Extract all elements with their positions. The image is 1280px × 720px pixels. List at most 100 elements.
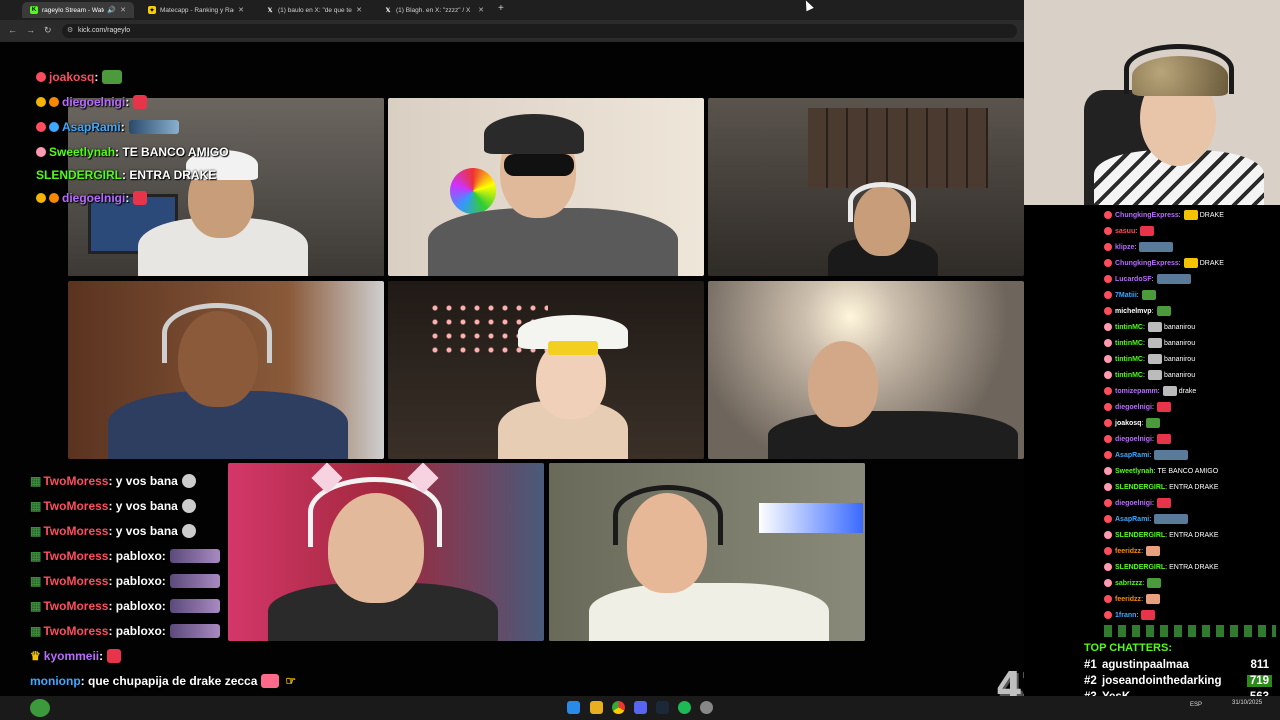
chat-separator: :	[1157, 387, 1160, 395]
chat-text: bananirou	[1163, 371, 1196, 379]
chat-username[interactable]: SLENDERGIRL	[1115, 484, 1165, 491]
chat-message: ChungkingExpress: DRAKE	[1104, 256, 1224, 270]
tab-x-baulo[interactable]: 𝕏 (1) baulo en X: "de que te cag ✕	[258, 2, 370, 18]
hand-emote-icon	[1146, 546, 1161, 556]
heart-emote-icon	[1156, 434, 1171, 444]
badge-icon	[36, 147, 46, 157]
badge-icon	[36, 122, 46, 132]
chat-separator: :	[1143, 323, 1145, 331]
chat-separator: :	[1165, 483, 1168, 491]
tab-matecapp[interactable]: ✦ Matecapp - Ranking y Racha d ✕	[140, 2, 252, 18]
badge-icon	[1104, 323, 1112, 331]
tab-kick-stream[interactable]: K rageylo Stream - Watch Liv 🔊 ✕	[22, 2, 134, 18]
subscriber-icon: ▦	[30, 524, 42, 538]
chrome-icon[interactable]	[612, 701, 625, 714]
frog-icon[interactable]	[30, 699, 50, 717]
chat-username[interactable]: klipze	[1115, 244, 1134, 251]
chat-username[interactable]: AsapRami	[1115, 452, 1149, 459]
stream-video[interactable]: joakosq: diegoelnigi: AsapRami: Sweetlyn…	[0, 42, 1071, 708]
chat-username[interactable]: 1frann	[1115, 612, 1136, 619]
tab-x-blagh[interactable]: 𝕏 (1) Blagh. en X: "zzzz" / X ✕	[376, 2, 492, 18]
speaker-icon[interactable]: 🔊	[107, 6, 116, 14]
subscriber-icon: ▦	[30, 499, 42, 513]
reload-icon[interactable]: ↻	[44, 25, 52, 36]
chat-username[interactable]: diegoelnigi	[1115, 500, 1152, 507]
peepo-emote-icon	[1147, 578, 1162, 588]
peepo-emote-icon	[1141, 290, 1156, 300]
language-indicator[interactable]: ESP	[1190, 702, 1202, 708]
chat-username[interactable]: diegoelnigi	[1115, 436, 1152, 443]
forward-icon[interactable]: →	[26, 25, 35, 35]
chat-message: AsapRami:	[1104, 512, 1190, 526]
windows-start-icon[interactable]	[567, 701, 580, 714]
url-field[interactable]: ⚙ kick.com/rageylo	[62, 24, 1017, 38]
chat-message: sabrizzz:	[1104, 576, 1163, 590]
chat-username[interactable]: michelmvp	[1115, 308, 1152, 315]
chat-username[interactable]: 7Matiii	[1115, 292, 1137, 299]
chat-username[interactable]: feeridzz	[1115, 596, 1141, 603]
chat-username[interactable]: ChungkingExpress	[1115, 260, 1179, 267]
close-icon[interactable]: ✕	[478, 6, 484, 14]
top-chatter-row: #2 joseandointhedarking 719	[1084, 673, 1272, 689]
chat-separator: :	[1178, 211, 1181, 219]
webcam-tile	[549, 463, 865, 641]
heart-emote-icon	[1156, 498, 1171, 508]
chat-message: SLENDERGIRL: ENTRA DRAKE	[1104, 528, 1219, 542]
chat-separator: :	[1153, 467, 1156, 475]
chat-username[interactable]: tintinMC	[1115, 356, 1143, 363]
chat-username[interactable]: tintinMC	[1115, 324, 1143, 331]
heart-emote-icon	[1140, 226, 1155, 236]
chat-username[interactable]: diegoelnigi	[1115, 404, 1152, 411]
badge-icon	[36, 97, 46, 107]
chat-separator: :	[1178, 259, 1181, 267]
badge-icon	[1104, 499, 1112, 507]
chat-separator: :	[1149, 451, 1152, 459]
chat-separator: :	[1165, 531, 1168, 539]
chat-username[interactable]: tomizepamm	[1115, 388, 1158, 395]
badge-icon	[1104, 547, 1112, 555]
site-info-icon[interactable]: ⚙	[67, 24, 73, 38]
chat-message: diegoelnigi:	[36, 191, 148, 205]
chat-username[interactable]: feeridzz	[1115, 548, 1141, 555]
x-icon: 𝕏	[385, 7, 391, 14]
close-icon[interactable]: ✕	[238, 6, 244, 14]
clock[interactable]: 31/10/2025	[1232, 699, 1262, 707]
badge-icon	[1104, 259, 1112, 267]
chat-username[interactable]: tintinMC	[1115, 340, 1143, 347]
chat-username[interactable]: SLENDERGIRL	[1115, 532, 1165, 539]
heart-emote-icon	[133, 191, 148, 205]
chat-message: ChungkingExpress: DRAKE	[1104, 208, 1224, 222]
chat-username[interactable]: AsapRami	[1115, 516, 1149, 523]
new-tab-button[interactable]: +	[498, 3, 504, 14]
chat-separator: :	[1165, 563, 1168, 571]
chat-username[interactable]: Sweetlynah	[1115, 468, 1154, 475]
chat-separator: :	[1141, 419, 1144, 427]
taskbar: ESP 31/10/2025	[0, 696, 1280, 720]
wide-emote-icon	[1154, 514, 1189, 524]
webcam-tile	[388, 98, 704, 276]
chat-separator: :	[1143, 339, 1145, 347]
chat-message: tomizepamm: drake	[1104, 384, 1196, 398]
discord-icon[interactable]	[634, 701, 647, 714]
file-explorer-icon[interactable]	[590, 701, 603, 714]
back-icon[interactable]: ←	[8, 25, 17, 35]
steam-icon[interactable]	[656, 701, 669, 714]
chat-username[interactable]: sasuu	[1115, 228, 1135, 235]
close-icon[interactable]: ✕	[356, 6, 362, 14]
app-icon[interactable]	[700, 701, 713, 714]
chat-username[interactable]: joakosq	[1115, 420, 1141, 427]
chat-username[interactable]: sabrizzz	[1115, 580, 1142, 587]
chat-username[interactable]: tintinMC	[1115, 372, 1143, 379]
badge-icon	[1104, 467, 1112, 475]
close-icon[interactable]: ✕	[120, 6, 126, 14]
chat-username[interactable]: LucardoSF	[1115, 276, 1152, 283]
badge-icon	[1104, 483, 1112, 491]
badge-icon	[1104, 435, 1112, 443]
chat-message: Sweetlynah: TE BANCO AMIGO	[1104, 464, 1218, 478]
chat-message: ▦ TwoMoress: pabloxo:	[30, 549, 220, 563]
face-emote-icon	[1147, 338, 1162, 348]
badge-icon	[1104, 243, 1112, 251]
spotify-icon[interactable]	[678, 701, 691, 714]
chat-username[interactable]: SLENDERGIRL	[1115, 564, 1165, 571]
chat-username[interactable]: ChungkingExpress	[1115, 212, 1179, 219]
